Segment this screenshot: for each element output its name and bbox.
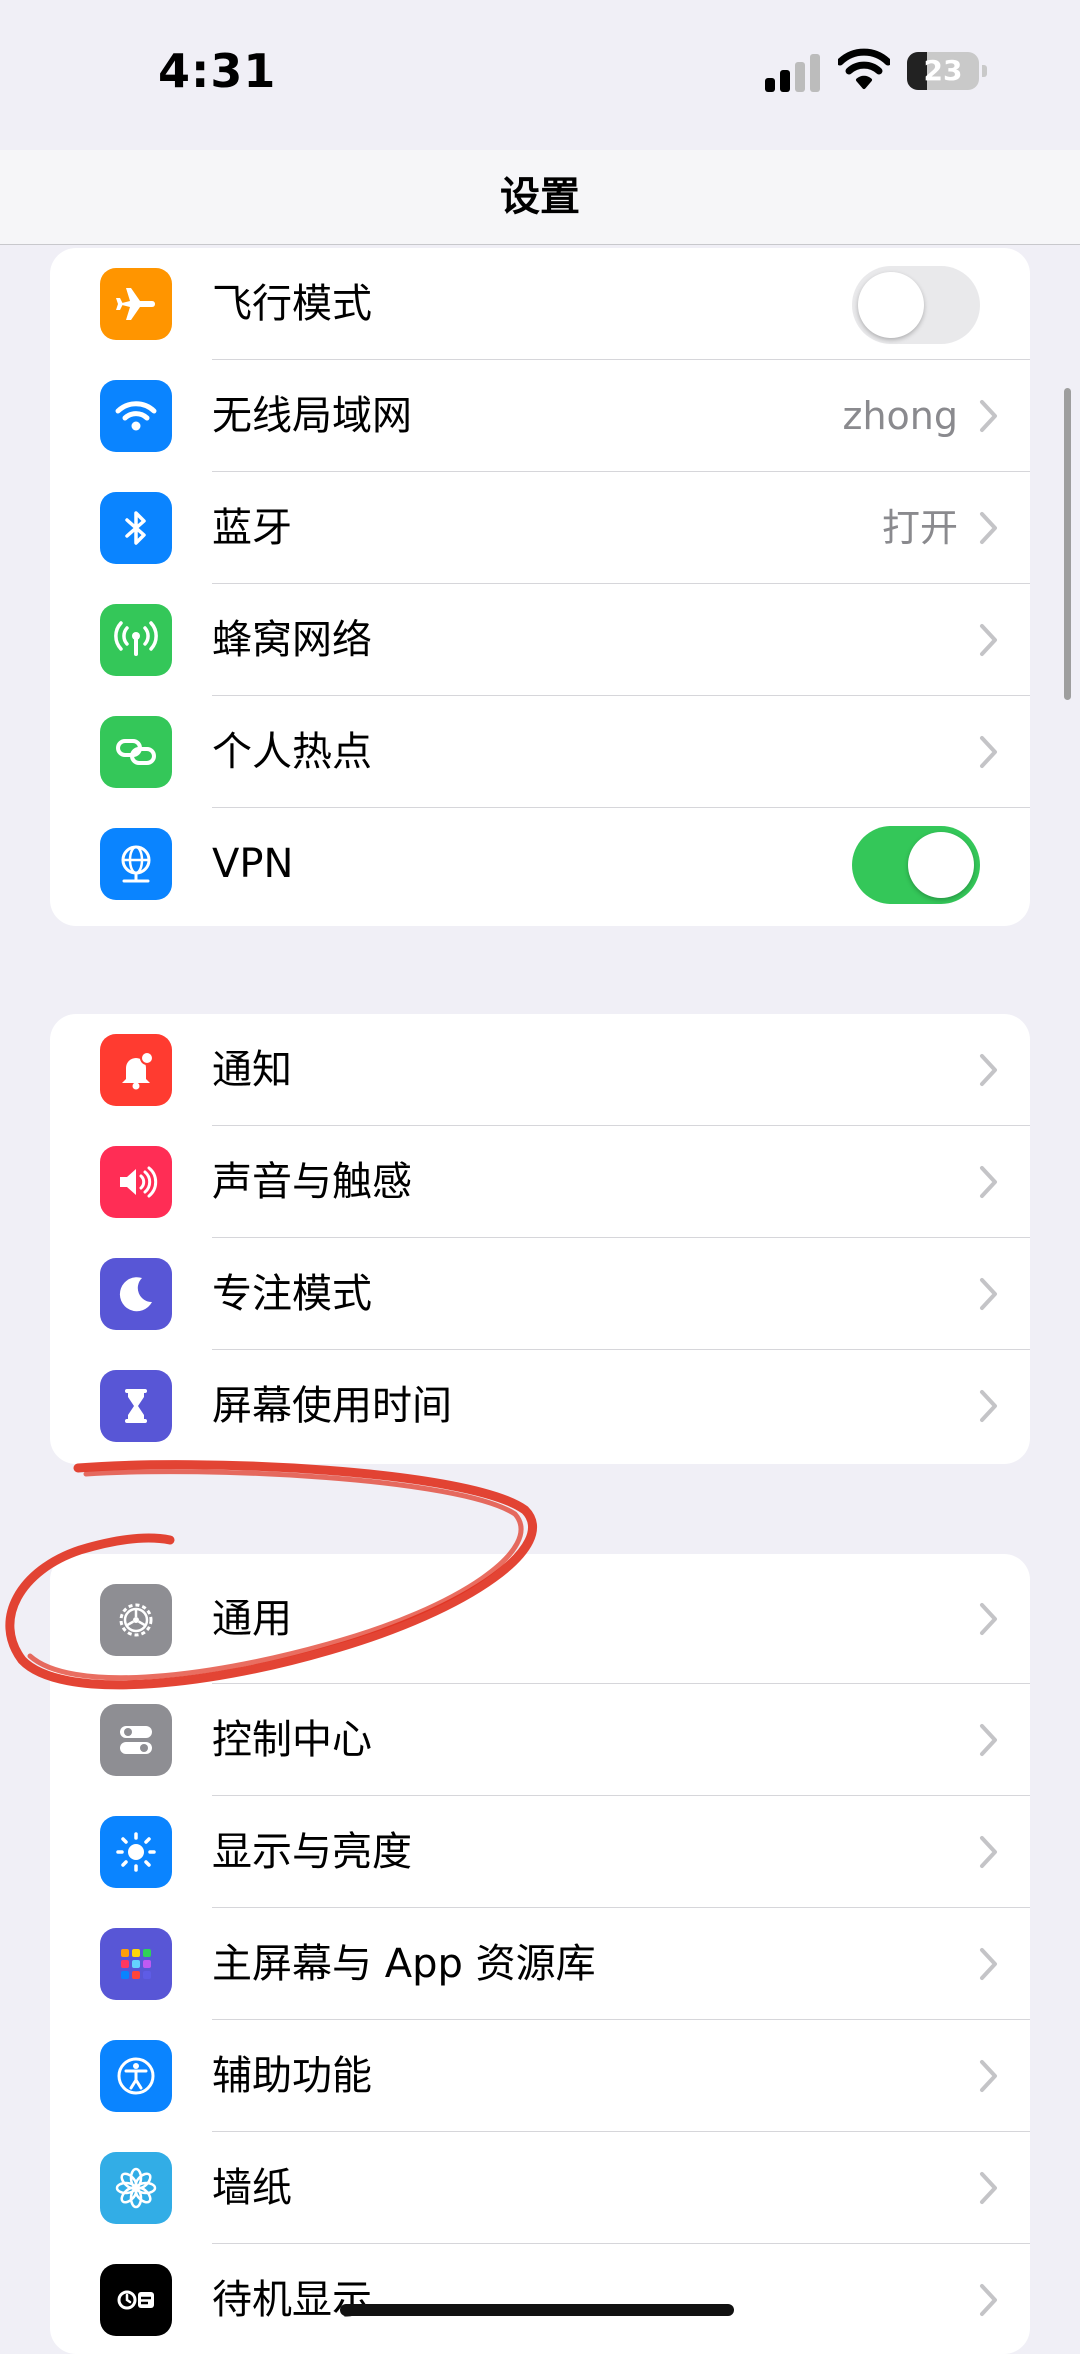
chevron-right-icon	[980, 512, 997, 544]
row-label: 控制中心	[212, 1717, 372, 1763]
bluetooth-icon	[100, 492, 172, 564]
cellular-signal-icon	[765, 52, 823, 92]
bluetooth-status: 打开	[881, 506, 958, 550]
navigation-bar: 设置	[0, 150, 1080, 245]
chevron-right-icon	[980, 1948, 997, 1980]
settings-row-standby[interactable]: 待机显示	[50, 2244, 1030, 2354]
settings-row-control-center[interactable]: 控制中心	[50, 1684, 1030, 1796]
chevron-right-icon	[980, 2284, 997, 2316]
chevron-right-icon	[980, 1166, 997, 1198]
settings-row-bluetooth[interactable]: 蓝牙 打开	[50, 472, 1030, 584]
settings-group-connectivity: 飞行模式 无线局域网 zhong 蓝牙 打开 蜂窝网络 个人热点 VPN	[50, 248, 1030, 926]
chevron-right-icon	[980, 1054, 997, 1086]
airplane-icon	[100, 268, 172, 340]
vpn-toggle[interactable]	[852, 826, 980, 904]
chevron-right-icon	[980, 1724, 997, 1756]
settings-row-focus[interactable]: 专注模式	[50, 1238, 1030, 1350]
battery-icon: 23	[907, 52, 987, 90]
row-label: 通用	[212, 1596, 292, 1642]
antenna-icon	[100, 604, 172, 676]
row-label: 显示与亮度	[212, 1829, 412, 1875]
row-label: 墙纸	[212, 2165, 292, 2211]
page-title: 设置	[500, 174, 580, 220]
sun-icon	[100, 1816, 172, 1888]
row-label: 声音与触感	[212, 1159, 412, 1205]
settings-row-hotspot[interactable]: 个人热点	[50, 696, 1030, 808]
settings-row-airplane-mode[interactable]: 飞行模式	[50, 248, 1030, 360]
settings-row-notifications[interactable]: 通知	[50, 1014, 1030, 1126]
chevron-right-icon	[980, 1836, 997, 1868]
bell-icon	[100, 1034, 172, 1106]
settings-row-wifi[interactable]: 无线局域网 zhong	[50, 360, 1030, 472]
speaker-icon	[100, 1146, 172, 1218]
hourglass-icon	[100, 1370, 172, 1442]
chevron-right-icon	[980, 1390, 997, 1422]
settings-row-sounds[interactable]: 声音与触感	[50, 1126, 1030, 1238]
standby-icon	[100, 2264, 172, 2336]
flower-icon	[100, 2152, 172, 2224]
row-label: 辅助功能	[212, 2053, 372, 2099]
settings-row-accessibility[interactable]: 辅助功能	[50, 2020, 1030, 2132]
status-bar: 4:31 23	[0, 0, 1080, 150]
row-label: VPN	[212, 841, 294, 887]
accessibility-icon	[100, 2040, 172, 2112]
settings-row-wallpaper[interactable]: 墙纸	[50, 2132, 1030, 2244]
app-grid-icon	[100, 1928, 172, 2000]
chevron-right-icon	[980, 1603, 997, 1635]
wifi-network-name: zhong	[842, 394, 958, 438]
globe-icon	[100, 828, 172, 900]
row-label: 待机显示	[212, 2277, 372, 2323]
row-label: 无线局域网	[212, 393, 412, 439]
row-label: 通知	[212, 1047, 292, 1093]
row-label: 蓝牙	[212, 505, 292, 551]
home-indicator[interactable]	[340, 2304, 734, 2316]
settings-row-display[interactable]: 显示与亮度	[50, 1796, 1030, 1908]
row-label: 飞行模式	[212, 281, 372, 327]
wifi-status-icon	[838, 48, 890, 89]
chevron-right-icon	[980, 400, 997, 432]
settings-row-screen-time[interactable]: 屏幕使用时间	[50, 1350, 1030, 1462]
settings-group-general: 通用 控制中心 显示与亮度 主屏幕与 App 资源库 辅助功能 墙纸 待机显示	[50, 1554, 1030, 2354]
moon-icon	[100, 1258, 172, 1330]
link-icon	[100, 716, 172, 788]
chevron-right-icon	[980, 736, 997, 768]
switches-icon	[100, 1704, 172, 1776]
chevron-right-icon	[980, 2172, 997, 2204]
status-time: 4:31	[158, 44, 277, 98]
chevron-right-icon	[980, 2060, 997, 2092]
wifi-icon	[100, 380, 172, 452]
settings-row-home-screen[interactable]: 主屏幕与 App 资源库	[50, 1908, 1030, 2020]
row-label: 主屏幕与 App 资源库	[212, 1941, 596, 1987]
settings-row-vpn[interactable]: VPN	[50, 808, 1030, 920]
chevron-right-icon	[980, 624, 997, 656]
chevron-right-icon	[980, 1278, 997, 1310]
settings-group-notifications: 通知 声音与触感 专注模式 屏幕使用时间	[50, 1014, 1030, 1464]
row-label: 专注模式	[212, 1271, 372, 1317]
battery-level: 23	[923, 54, 963, 87]
row-label: 屏幕使用时间	[212, 1383, 452, 1429]
airplane-mode-toggle[interactable]	[852, 266, 980, 344]
scroll-indicator[interactable]	[1064, 388, 1071, 700]
gear-icon	[100, 1584, 172, 1656]
row-label: 蜂窝网络	[212, 617, 372, 663]
settings-row-general[interactable]: 通用	[50, 1554, 1030, 1684]
row-label: 个人热点	[212, 729, 372, 775]
settings-row-cellular[interactable]: 蜂窝网络	[50, 584, 1030, 696]
